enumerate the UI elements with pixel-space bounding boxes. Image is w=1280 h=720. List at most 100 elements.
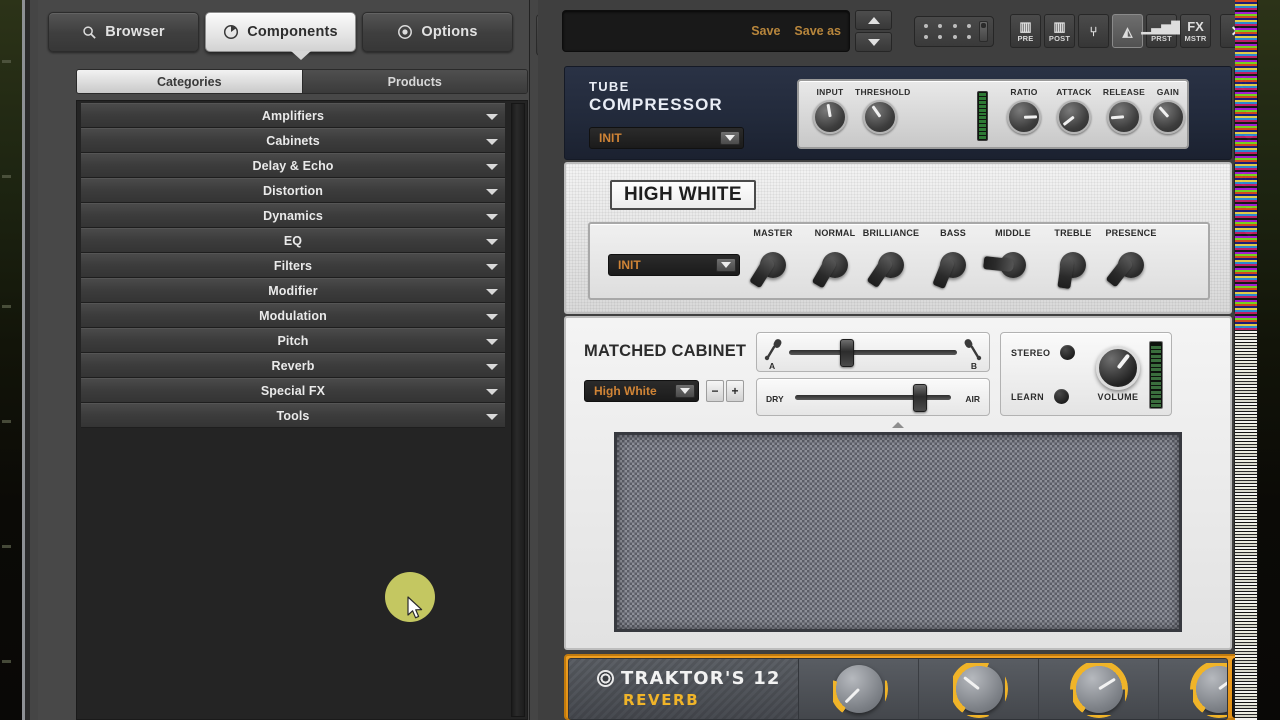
compressor-knob-gain[interactable]: GAIN	[1143, 87, 1193, 134]
chevron-down-icon[interactable]	[486, 313, 498, 320]
compressor-preset-select[interactable]: INIT	[589, 127, 744, 149]
reverb-knob[interactable]	[829, 660, 888, 718]
stereo-row[interactable]: STEREO	[1011, 345, 1076, 360]
snapshot-dot[interactable]	[938, 35, 943, 40]
chevron-down-icon[interactable]	[486, 363, 498, 370]
amp-knob-treble[interactable]: TREBLE	[1040, 228, 1106, 290]
chevron-down-icon[interactable]	[720, 131, 740, 145]
snapshot-morph-slider[interactable]	[979, 21, 988, 42]
cabinet-prev-button[interactable]: −	[706, 380, 724, 402]
snapshot-dot[interactable]	[938, 23, 943, 28]
chevron-down-icon[interactable]	[486, 138, 498, 145]
knob-dial[interactable]	[1007, 100, 1041, 134]
reverb-knob-cell[interactable]	[1039, 659, 1159, 719]
snapshot-dots[interactable]	[920, 21, 975, 42]
reverb-knob-cell[interactable]	[799, 659, 919, 719]
preset-name-bar[interactable]: Save Save as	[562, 10, 850, 52]
nav-tab-browser[interactable]: Browser	[48, 12, 199, 52]
preset-prev-button[interactable]	[855, 10, 892, 30]
chicken-head-knob[interactable]	[1051, 243, 1095, 290]
chicken-head-knob[interactable]	[982, 243, 1035, 287]
knob-dial[interactable]	[1151, 100, 1185, 134]
mic-blend-slider[interactable]: A B	[756, 332, 990, 372]
chevron-down-icon[interactable]	[486, 388, 498, 395]
category-row[interactable]: Special FX	[81, 378, 505, 403]
subtab-categories[interactable]: Categories	[77, 70, 303, 93]
chicken-head-knob[interactable]	[866, 243, 913, 289]
learn-led-icon[interactable]	[1054, 389, 1069, 404]
cabinet-preset-select[interactable]: High White	[584, 380, 699, 402]
amp-knob-bass[interactable]: BASS	[920, 228, 986, 290]
cabinet-next-button[interactable]: +	[726, 380, 744, 402]
category-row[interactable]: Pitch	[81, 328, 505, 353]
amp-knob-middle[interactable]: MIDDLE	[980, 228, 1046, 287]
learn-row[interactable]: LEARN	[1011, 389, 1069, 404]
chevron-down-icon[interactable]	[486, 188, 498, 195]
snapshot-dot[interactable]	[966, 35, 971, 40]
nav-tab-options[interactable]: Options	[362, 12, 513, 52]
volume-knob-group[interactable]: VOLUME	[1093, 346, 1143, 402]
chevron-down-icon[interactable]	[486, 163, 498, 170]
chicken-head-knob[interactable]	[1104, 243, 1153, 288]
chicken-head-knob[interactable]	[811, 243, 857, 289]
post-button[interactable]: ▥ POST	[1044, 14, 1075, 48]
compressor-knob-threshold[interactable]: THRESHOLD	[855, 87, 910, 134]
subtab-products[interactable]: Products	[302, 70, 527, 93]
chevron-down-icon[interactable]	[675, 384, 695, 398]
compressor-knob-release[interactable]: RELEASE	[1099, 87, 1149, 134]
category-row[interactable]: Modifier	[81, 278, 505, 303]
dry-air-slider[interactable]: DRY AIR	[756, 378, 990, 416]
category-row[interactable]: Filters	[81, 253, 505, 278]
snapshot-dot[interactable]	[966, 23, 971, 28]
category-row[interactable]: Dynamics	[81, 203, 505, 228]
snapshot-dot[interactable]	[924, 35, 929, 40]
category-row[interactable]: Distortion	[81, 178, 505, 203]
amp-knob-presence[interactable]: PRESENCE	[1098, 228, 1164, 288]
reverb-knob-cell[interactable]	[919, 659, 1039, 719]
category-row[interactable]: Reverb	[81, 353, 505, 378]
category-row[interactable]: EQ	[81, 228, 505, 253]
chevron-down-icon[interactable]	[486, 288, 498, 295]
chevron-down-icon[interactable]	[486, 338, 498, 345]
mic-slider-thumb[interactable]	[839, 339, 854, 367]
chicken-head-knob[interactable]	[748, 243, 795, 289]
knob-dial[interactable]	[1057, 100, 1091, 134]
chevron-down-icon[interactable]	[716, 258, 736, 272]
snapshot-dot[interactable]	[952, 23, 957, 28]
chevron-down-icon[interactable]	[486, 413, 498, 420]
chevron-down-icon[interactable]	[486, 263, 498, 270]
knob-dial[interactable]	[1107, 100, 1141, 134]
amp-preset-select[interactable]: INIT	[608, 254, 740, 276]
save-as-button[interactable]: Save as	[794, 24, 841, 38]
category-row[interactable]: Cabinets	[81, 128, 505, 153]
reverb-knob[interactable]	[1189, 660, 1227, 718]
pre-button[interactable]: ▥ PRE	[1010, 14, 1041, 48]
compressor-knob-ratio[interactable]: RATIO	[999, 87, 1049, 134]
knob-dial[interactable]	[863, 100, 897, 134]
amp-knob-brilliance[interactable]: BRILLIANCE	[858, 228, 924, 289]
reverb-knob[interactable]	[949, 660, 1008, 718]
master-fx-button[interactable]: FX MSTR	[1180, 14, 1211, 48]
preset-next-button[interactable]	[855, 32, 892, 52]
snapshot-dot[interactable]	[924, 23, 929, 28]
knob-dial[interactable]	[813, 100, 847, 134]
chevron-down-icon[interactable]	[486, 213, 498, 220]
tuner-button[interactable]: ⑂	[1078, 14, 1109, 48]
grille-resize-handle[interactable]	[892, 422, 904, 428]
compressor-knob-input[interactable]: INPUT	[805, 87, 855, 134]
compressor-knob-attack[interactable]: ATTACK	[1049, 87, 1099, 134]
dry-air-slider-thumb[interactable]	[912, 384, 927, 412]
reverb-knob-cell[interactable]	[1159, 659, 1227, 719]
amp-knob-master[interactable]: MASTER	[740, 228, 806, 289]
metronome-button[interactable]: ◭	[1112, 14, 1143, 48]
snapshot-matrix[interactable]	[914, 16, 994, 47]
chicken-head-knob[interactable]	[931, 243, 975, 290]
preset-level-button[interactable]: ▁▃▅▇ PRST	[1142, 14, 1182, 48]
category-row[interactable]: Delay & Echo	[81, 153, 505, 178]
snapshot-dot[interactable]	[952, 35, 957, 40]
category-row[interactable]: Tools	[81, 403, 505, 428]
category-row[interactable]: Amplifiers	[81, 103, 505, 128]
reverb-knob[interactable]	[1069, 660, 1128, 718]
chevron-down-icon[interactable]	[486, 238, 498, 245]
chevron-down-icon[interactable]	[486, 113, 498, 120]
